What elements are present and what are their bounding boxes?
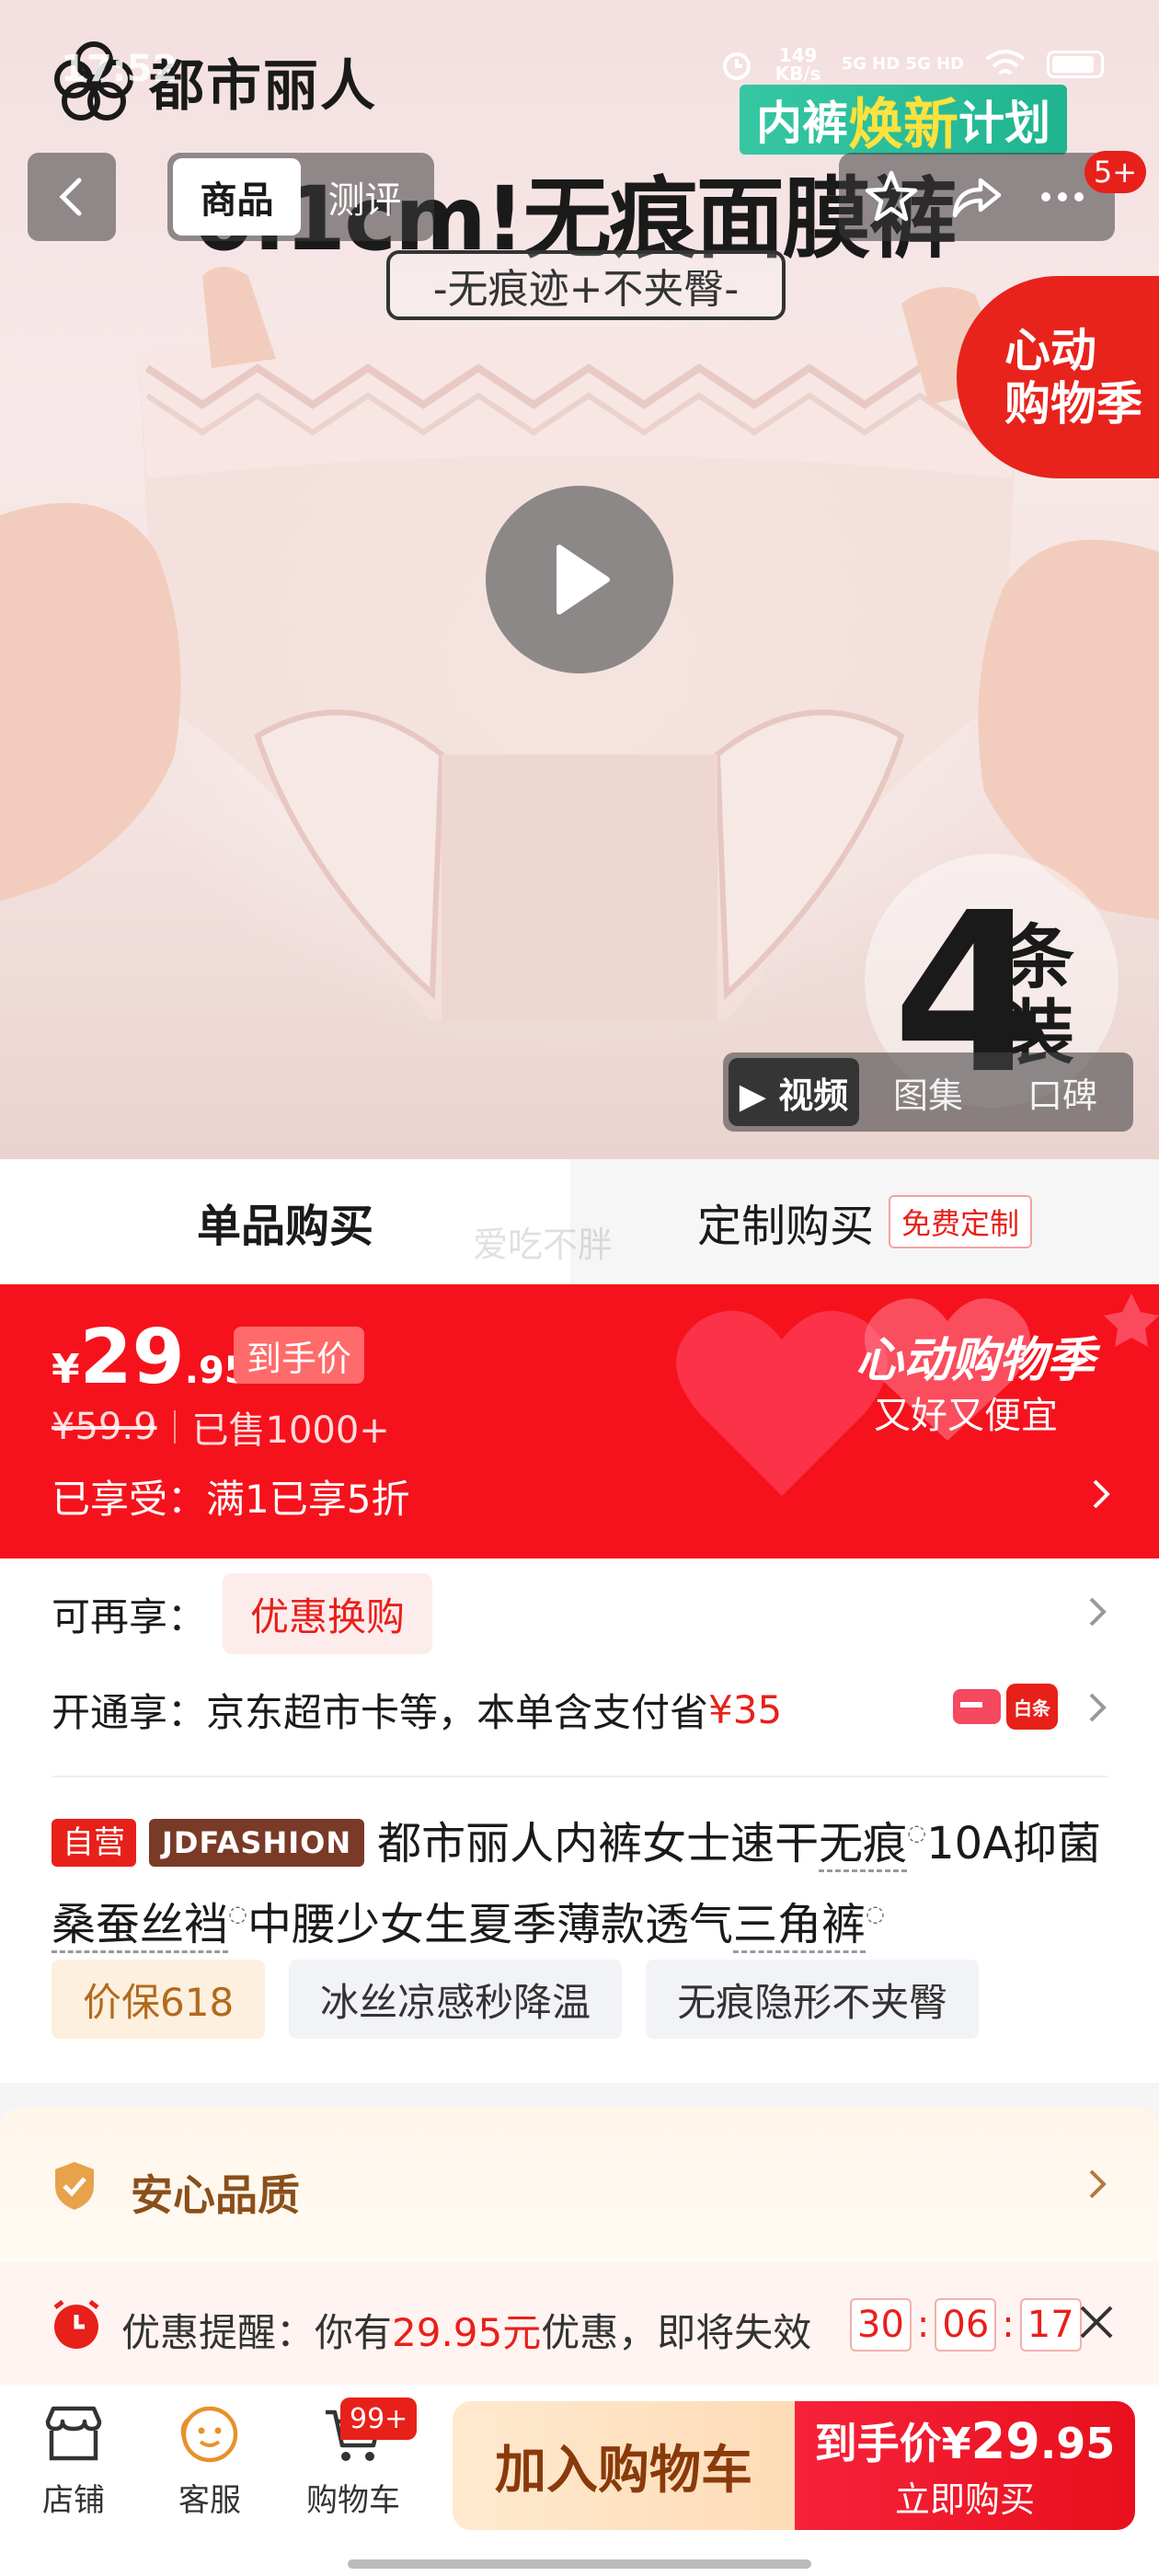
quality-assurance-row[interactable]: 安心品质 (0, 2107, 1159, 2263)
chevron-right-icon (1089, 1597, 1107, 1627)
custom-purchase-tab[interactable]: 定制购买 免费定制 (570, 1159, 1159, 1284)
share-icon[interactable] (947, 167, 1006, 226)
jd-fashion-badge: JDFASHION (149, 1819, 365, 1867)
countdown-minutes: 06 (935, 2298, 997, 2352)
save-amount: ¥35 (708, 1686, 783, 1732)
tag-feature[interactable]: 无痕隐形不夹臀 (646, 1960, 980, 2039)
alarm-icon (722, 52, 751, 80)
self-operated-badge: 自营 (52, 1819, 136, 1867)
store-icon (45, 2406, 102, 2461)
plan-banner: 内裤 焕新 计划 (740, 85, 1067, 157)
battery-icon (1047, 51, 1104, 78)
countdown-timer: 30: 06: 17 (850, 2298, 1082, 2352)
chevron-left-icon (59, 178, 82, 216)
festival-subtitle: 又好又便宜 (874, 1395, 1058, 1437)
store-button[interactable]: 店铺 (18, 2401, 129, 2520)
media-tab-gallery[interactable]: 图集 (863, 1058, 993, 1126)
membership-benefit-row[interactable]: 开通享：京东超市卡等，本单含支付省 ¥35 (52, 1673, 782, 1746)
play-icon (557, 545, 610, 615)
keyword-link[interactable]: 无痕 (819, 1818, 908, 1872)
media-tab-reviews[interactable]: 口碑 (997, 1058, 1128, 1126)
product-info-card: 可再享： 优惠换购 开通享：京东超市卡等，本单含支付省 ¥35 白条 自营 JDFA… (0, 1558, 1159, 2083)
chevron-right-icon (1093, 1479, 1110, 1509)
divider (52, 1776, 1107, 1777)
countdown-hours: 30 (850, 2298, 912, 2352)
keyword-link[interactable]: 三角裤 (732, 1899, 866, 1953)
cart-count-badge: 99+ (340, 2398, 418, 2440)
customer-service-label: 客服 (178, 2482, 241, 2519)
buy-now-label: 立即购买 (894, 2478, 1035, 2520)
card-icon (953, 1689, 1001, 1724)
discount-reminder-bar: 优惠提醒：你有29.95元优惠，即将失效 30: 06: 17 (0, 2265, 1159, 2385)
reminder-text: 优惠提醒：你有29.95元优惠，即将失效 (121, 2310, 812, 2355)
final-price-chip: 到手价 (234, 1327, 365, 1384)
customer-service-icon (180, 2406, 238, 2463)
sold-count: 已售1000+ (191, 1409, 390, 1452)
chevron-right-icon (1089, 2169, 1107, 2199)
watermark: 爱吃不胖 (473, 1225, 614, 1265)
status-time: 17:52 (61, 48, 178, 90)
tab-review[interactable]: 测评 (301, 158, 429, 236)
original-price: ¥59.9 (52, 1406, 157, 1448)
buy-now-button[interactable]: 到手价¥29.95 立即购买 (795, 2401, 1135, 2530)
close-icon[interactable] (1076, 2302, 1117, 2342)
media-tabs: ▶ 视频 图集 口碑 (723, 1052, 1133, 1132)
media-tab-video[interactable]: ▶ 视频 (729, 1058, 859, 1126)
home-indicator[interactable] (348, 2559, 811, 2569)
shield-check-icon (55, 2162, 94, 2210)
play-video-button[interactable] (486, 486, 673, 673)
extra-benefit-row[interactable]: 可再享： 优惠换购 (52, 1573, 433, 1654)
more-icon[interactable] (1033, 167, 1092, 226)
customer-service-button[interactable]: 客服 (155, 2401, 265, 2520)
pack-unit: 条装 (1004, 916, 1074, 1074)
feature-tags: 价保618 冰丝凉感秒降温 无痕隐形不夹臀 (52, 1960, 980, 2039)
countdown-seconds: 17 (1019, 2298, 1082, 2352)
add-to-cart-button[interactable]: 加入购物车 (453, 2401, 795, 2530)
baitiao-icon: 白条 (1006, 1684, 1058, 1730)
wifi-icon (985, 50, 1026, 75)
network-speed: 149 KB/s (775, 44, 821, 85)
status-icons: 149 KB/s 5G HD 5G HD (718, 46, 1104, 83)
message-badge: 5+ (1084, 151, 1146, 193)
back-button[interactable] (28, 153, 116, 241)
network-type: 5G HD 5G HD (841, 54, 964, 74)
tab-product[interactable]: 商品 (173, 158, 301, 236)
bottom-action-bar: 店铺 客服 购物车 99+ 加入购物车 到手价¥29.95 立即购买 (0, 2385, 1159, 2576)
alarm-clock-icon (53, 2300, 99, 2349)
store-label: 店铺 (42, 2482, 105, 2519)
favorite-star-icon[interactable] (862, 167, 921, 226)
price-banner[interactable]: ¥29.95 到手价 ¥59.9 已售1000+ 已享受：满1已享5折 心动购物… (0, 1284, 1159, 1558)
tag-feature[interactable]: 冰丝凉感秒降温 (289, 1960, 623, 2039)
quality-label: 安心品质 (131, 2170, 300, 2220)
product-title[interactable]: 自营 JDFASHION 都市丽人内裤女士速干无痕◌10A抑菌桑蚕丝裆◌中腰少女生夏… (52, 1798, 1119, 1960)
nav-tabs: 商品 测评 (167, 153, 434, 241)
product-hero-image[interactable]: 都市丽人 17:52 149 KB/s 5G HD 5G HD 内裤 焕新 计划 0.… (0, 0, 1159, 1159)
custom-purchase-label: 定制购买 (696, 1201, 874, 1252)
chevron-right-icon (1089, 1693, 1107, 1722)
current-price: ¥29.95 (52, 1314, 250, 1401)
original-price-row: ¥59.9 已售1000+ (52, 1400, 390, 1454)
free-custom-chip: 免费定制 (889, 1195, 1033, 1248)
keyword-link[interactable]: 桑蚕丝裆 (52, 1899, 229, 1953)
membership-benefit-text: 开通享：京东超市卡等，本单含支付省 (52, 1689, 709, 1735)
payment-icons: 白条 (951, 1684, 1058, 1730)
cart-label: 购物车 (306, 2482, 400, 2519)
swap-deal-chip[interactable]: 优惠换购 (223, 1573, 433, 1654)
brand-name: 都市丽人 (149, 53, 377, 119)
buy-now-price: 到手价¥29.95 (814, 2411, 1116, 2470)
festival-title: 心动购物季 (855, 1333, 1095, 1388)
nav-actions (839, 153, 1115, 241)
tag-price-protection[interactable]: 价保618 (52, 1960, 266, 2039)
extra-benefit-label: 可再享： (52, 1593, 207, 1639)
hero-subheadline: -无痕迹+不夹臀- (386, 250, 786, 320)
discount-info: 已享受：满1已享5折 (52, 1477, 410, 1522)
promo-tag: 心动 购物季 (957, 276, 1159, 478)
